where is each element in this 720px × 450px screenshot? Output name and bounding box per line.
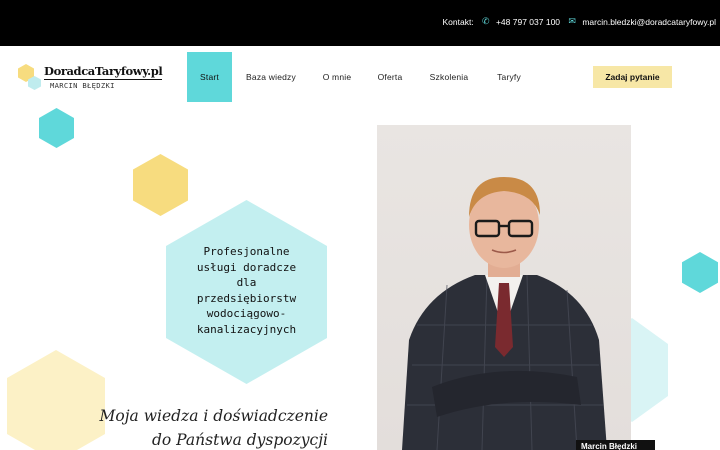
hero-line: kanalizacyjnych [196,322,297,336]
nav-item-taryfy[interactable]: Taryfy [488,52,530,102]
logo-brand-text: DoradcaTaryfowy.pl [44,64,163,80]
logo-subtitle: MARCIN BŁĘDZKI [50,81,115,90]
phone-link[interactable]: +48 797 037 100 [496,17,560,27]
decor-hexagon-cyan-small [39,108,74,148]
portrait-illustration [402,177,607,450]
email-link[interactable]: marcin.bledzki@doradcataryfowy.pl [582,17,716,27]
photo-caption: Marcin Błędzki [576,440,655,450]
decor-hexagon-yellow [133,154,188,216]
top-contact-bar: Kontakt: ✆ +48 797 037 100 ✉ marcin.bled… [0,0,720,46]
nav-item-oferta[interactable]: Oferta [369,52,411,102]
hero-tagline: Moja wiedza i doświadczenie do Państwa d… [80,404,328,450]
contact-info: Kontakt: ✆ +48 797 037 100 ✉ marcin.bled… [442,16,716,27]
tagline-line-1: Moja wiedza i doświadczenie [99,407,328,425]
site-logo[interactable]: DoradcaTaryfowy.pl MARCIN BŁĘDZKI [18,62,163,94]
hero-line: usługi doradcze [196,260,297,274]
ask-question-button[interactable]: Zadaj pytanie [593,66,672,88]
hero-line: dla [236,276,257,290]
tagline-line-2: do Państwa dyspozycji [151,431,328,449]
nav-item-o-mnie[interactable]: O mnie [314,52,360,102]
mail-icon: ✉ [568,16,576,27]
nav-item-szkolenia[interactable]: Szkolenia [423,52,475,102]
decor-hexagon-cyan-right [682,252,718,293]
hero-line: Profesjonalne [203,245,290,258]
hero-line: wodociągowo- [206,307,287,321]
phone-icon: ✆ [482,16,490,27]
nav-item-baza-wiedzy[interactable]: Baza wiedzy [239,52,303,102]
portrait-photo [377,125,631,450]
contact-label: Kontakt: [442,16,474,27]
hero-headline: Profesjonalne usługi doradcze dla przeds… [176,244,317,338]
hero-line: przedsiębiorstw [196,291,297,305]
nav-item-start[interactable]: Start [187,52,232,102]
